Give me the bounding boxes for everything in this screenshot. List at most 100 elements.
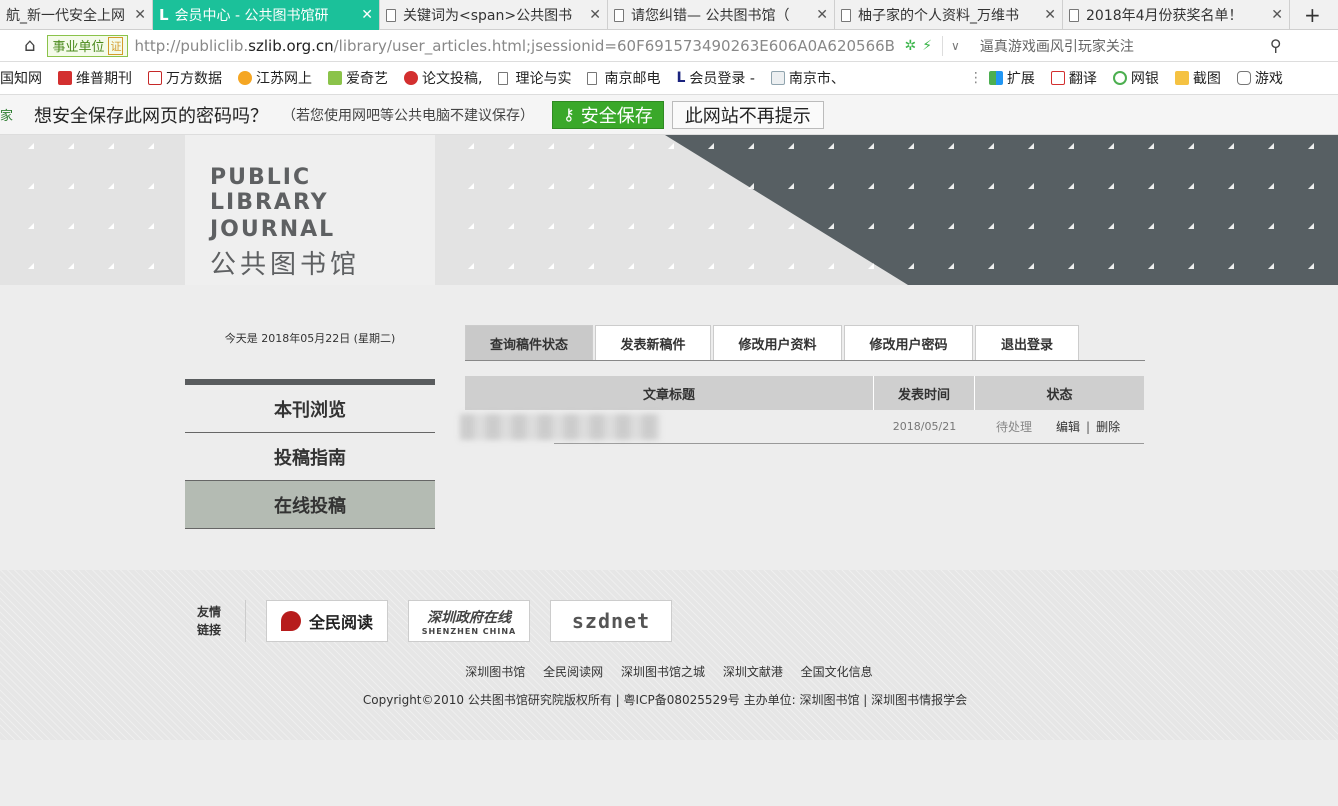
prompt-question: 想安全保存此网页的密码吗？	[34, 105, 268, 127]
article-status-cell: 待处理 编辑 | 删除	[975, 418, 1144, 435]
bookmark-item[interactable]: 江苏网上	[238, 68, 312, 88]
wanfang-icon	[148, 71, 162, 85]
bookmark-item[interactable]: 南京市、	[770, 68, 845, 88]
bookmark-item[interactable]: 万方数据	[148, 68, 222, 88]
logo-line1: PUBLIC LIBRARY	[210, 165, 329, 215]
column-header-date: 发表时间	[874, 376, 975, 410]
footer-link[interactable]: 全民阅读网	[543, 665, 603, 679]
password-save-prompt: 家 想安全保存此网页的密码吗？ （若您使用网吧等公共电脑不建议保存） ⚷ 安全保存…	[0, 95, 1338, 135]
bookmark-label: 南京市、	[788, 71, 845, 87]
bookmark-item[interactable]: L 会员登录 -	[676, 68, 754, 88]
home-icon[interactable]: ⌂	[24, 35, 35, 56]
logo-text: 深圳政府在线	[427, 609, 511, 626]
footer-link[interactable]: 全国文化信息	[801, 665, 873, 679]
bookmark-label: 南京邮电	[604, 71, 661, 87]
toolbar-translate[interactable]: 翻译	[1050, 68, 1097, 88]
document-icon	[587, 71, 598, 85]
footer-link[interactable]: 深圳文献港	[723, 665, 783, 679]
close-icon[interactable]: ✕	[589, 7, 601, 23]
szdnet-logo-link[interactable]: szdnet	[550, 600, 672, 642]
tab-title: 关键词为<span>公共图书	[403, 8, 573, 24]
close-icon[interactable]: ✕	[816, 7, 828, 23]
shenzhen-gov-logo-link[interactable]: 深圳政府在线 SHENZHEN CHINA	[408, 600, 530, 642]
bookmark-item[interactable]: 理论与实	[498, 68, 571, 88]
bookmark-item[interactable]: 论文投稿,	[404, 68, 482, 88]
never-prompt-button[interactable]: 此网站不再提示	[671, 100, 824, 129]
translate-icon	[1050, 71, 1065, 85]
divider	[942, 35, 944, 56]
jiangsu-icon	[238, 71, 252, 85]
tab-new-submission[interactable]: 发表新稿件	[595, 325, 711, 360]
more-icon[interactable]: ⋮	[969, 70, 983, 86]
journal-logo[interactable]: PUBLIC LIBRARY JOURNAL 公共图书馆	[185, 135, 435, 285]
logo-text: 全民阅读	[308, 613, 373, 632]
toolbar-label: 截图	[1192, 71, 1221, 87]
document-icon	[1069, 8, 1079, 22]
toolbar-games[interactable]: 游戏	[1236, 68, 1283, 88]
tab-change-password[interactable]: 修改用户密码	[844, 325, 973, 360]
search-icon[interactable]: ⚲	[1270, 36, 1282, 55]
browser-tab[interactable]: 请您纠错— 公共图书馆（ ✕	[608, 0, 835, 30]
browser-tab-bar: 航_新一代安全上网 ✕ L 会员中心 - 公共图书馆研 ✕ 关键词为<span>…	[0, 0, 1338, 30]
save-password-button[interactable]: ⚷ 安全保存	[552, 100, 664, 129]
table-row: 2018/05/21 待处理 编辑 | 删除	[460, 410, 1144, 444]
bookmark-item[interactable]: 南京邮电	[587, 68, 660, 88]
bookmark-label: 江苏网上	[256, 71, 312, 87]
iqiyi-icon	[328, 71, 342, 85]
tab-title: 会员中心 - 公共图书馆研	[174, 8, 329, 24]
tab-edit-profile[interactable]: 修改用户资料	[713, 325, 842, 360]
bookmark-item[interactable]: 爱奇艺	[328, 68, 388, 88]
toolbar-bank[interactable]: 网银	[1112, 68, 1159, 88]
bookmark-label: 国知网	[0, 71, 42, 87]
library-favicon-icon: L	[159, 6, 169, 24]
bookmark-label: 爱奇艺	[346, 71, 388, 87]
bookmark-item[interactable]: 国知网	[0, 68, 42, 88]
close-icon[interactable]: ✕	[361, 7, 373, 23]
new-tab-button[interactable]: +	[1290, 0, 1338, 30]
toolbar-extension[interactable]: 扩展	[988, 68, 1035, 88]
logo-line3: 公共图书馆	[210, 250, 361, 280]
browser-tab-active[interactable]: L 会员中心 - 公共图书馆研 ✕	[153, 0, 380, 30]
chevron-down-icon[interactable]: ∨	[951, 39, 960, 53]
url-path: /library/user_articles.html;jsessionid=6…	[333, 36, 895, 55]
search-input[interactable]: 逼真游戏画风引玩家关注	[980, 36, 1270, 56]
browser-tab[interactable]: 航_新一代安全上网 ✕	[0, 0, 153, 30]
divider	[245, 600, 246, 642]
url-prefix: http://publiclib.	[134, 36, 249, 55]
bookmark-label: 维普期刊	[76, 71, 132, 87]
close-icon[interactable]: ✕	[134, 7, 146, 23]
link-separator: |	[1086, 419, 1091, 434]
bank-icon	[1112, 71, 1127, 85]
lightning-icon[interactable]: ⚡	[922, 38, 932, 54]
verified-org-badge[interactable]: 事业单位 证	[47, 34, 129, 57]
delete-link[interactable]: 删除	[1096, 418, 1120, 435]
document-icon	[841, 8, 851, 22]
footer-links: 深圳图书馆 全民阅读网 深圳图书馆之城 深圳文献港 全国文化信息	[0, 663, 1338, 680]
main-content: 今天是 2018年05月22日 (星期二) 本刊浏览 投稿指南 在线投稿 查询稿…	[0, 285, 1338, 570]
toolbar-label: 翻译	[1068, 71, 1097, 87]
refresh-icon[interactable]: ✲	[904, 38, 916, 54]
toolbar-screenshot[interactable]: 截图	[1174, 68, 1221, 88]
badge-label: 事业单位	[52, 40, 105, 55]
tab-query-status[interactable]: 查询稿件状态	[465, 325, 593, 360]
document-icon	[498, 71, 509, 85]
url-input[interactable]: http://publiclib.szlib.org.cn/library/us…	[134, 37, 894, 55]
sidebar-item-browse[interactable]: 本刊浏览	[185, 385, 435, 433]
footer-link[interactable]: 深圳图书馆	[465, 665, 525, 679]
status-badge: 待处理	[996, 420, 1033, 434]
browser-tab[interactable]: 2018年4月份获奖名单！ ✕	[1063, 0, 1290, 30]
tab-logout[interactable]: 退出登录	[975, 325, 1079, 360]
footer-link[interactable]: 深圳图书馆之城	[621, 665, 705, 679]
browser-tab[interactable]: 关键词为<span>公共图书 ✕	[380, 0, 608, 30]
national-reading-logo-link[interactable]: 全民阅读	[266, 600, 388, 642]
bookmark-item[interactable]: 维普期刊	[58, 68, 132, 88]
sidebar-item-guide[interactable]: 投稿指南	[185, 433, 435, 481]
close-icon[interactable]: ✕	[1044, 7, 1056, 23]
articles-table: 文章标题 发表时间 状态 2018/05/21 待处理 编辑 | 删除	[460, 376, 1144, 444]
edit-link[interactable]: 编辑	[1056, 418, 1080, 435]
sidebar-item-submit-online[interactable]: 在线投稿	[185, 481, 435, 529]
extension-icon	[988, 71, 1003, 85]
logo-text: szdnet	[571, 609, 651, 633]
browser-tab[interactable]: 柚子家的个人资料_万维书 ✕	[835, 0, 1063, 30]
close-icon[interactable]: ✕	[1271, 7, 1283, 23]
